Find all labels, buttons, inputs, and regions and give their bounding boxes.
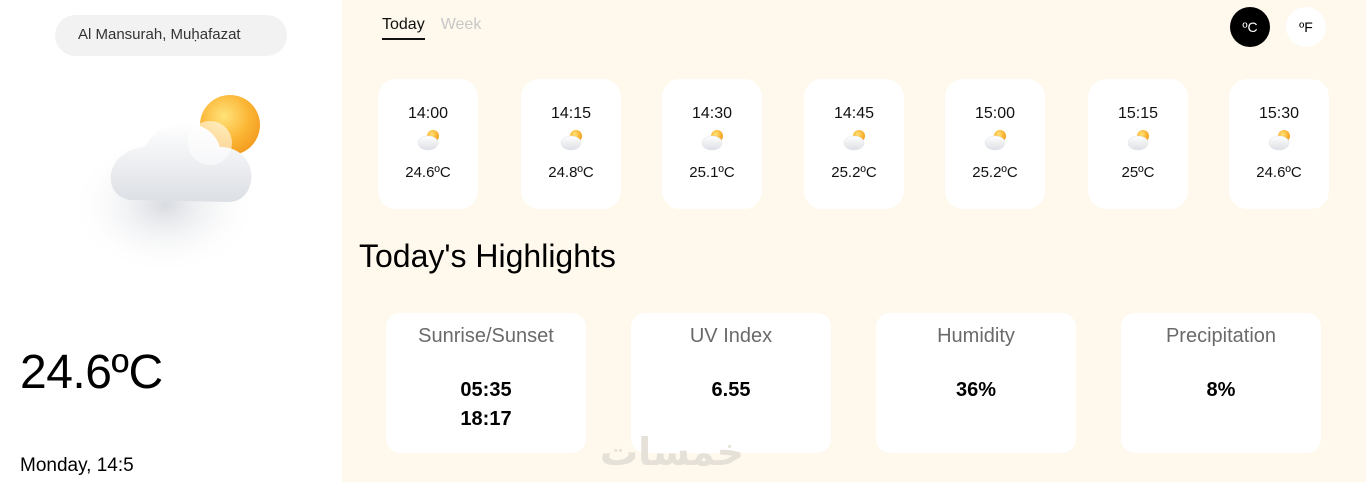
uv-index-value: 6.55 <box>711 379 751 401</box>
hour-temp: 24.8ºC <box>548 164 594 181</box>
partly-cloudy-day-icon <box>1127 129 1150 151</box>
hourly-card: 14:30 25.1ºC <box>662 79 762 209</box>
partly-cloudy-day-icon <box>60 85 280 285</box>
card-title: Precipitation <box>1165 325 1277 347</box>
precipitation-card: Precipitation 8% <box>1121 313 1321 453</box>
hour-temp: 24.6ºC <box>1256 164 1302 181</box>
main-panel: Today Week ºC ºF 14:00 24.6ºC 14:15 24.8… <box>342 0 1366 482</box>
partly-cloudy-day-icon <box>843 129 866 151</box>
card-title: UV Index <box>689 325 773 347</box>
sunrise-value: 05:35 <box>460 379 512 401</box>
watermark-logo: خمسات <box>600 430 744 474</box>
partly-cloudy-day-icon <box>1268 129 1291 151</box>
highlights-title: Today's Highlights <box>359 238 616 274</box>
hourly-forecast: 14:00 24.6ºC 14:15 24.8ºC 14:30 25.1ºC 1… <box>378 79 1330 209</box>
hour-time: 14:30 <box>691 105 733 122</box>
tab-today[interactable]: Today <box>382 16 425 40</box>
hourly-card: 14:15 24.8ºC <box>521 79 621 209</box>
tab-week[interactable]: Week <box>441 16 482 40</box>
hourly-card: 15:15 25ºC <box>1088 79 1188 209</box>
humidity-value: 36% <box>955 379 997 401</box>
card-title: Humidity <box>937 325 1015 347</box>
view-tabs: Today Week <box>382 16 481 40</box>
partly-cloudy-day-icon <box>417 129 440 151</box>
partly-cloudy-day-icon <box>560 129 583 151</box>
precipitation-value: 8% <box>1206 379 1236 401</box>
hour-temp: 25.1ºC <box>689 164 735 181</box>
hour-time: 14:45 <box>833 105 875 122</box>
hourly-card: 14:45 25.2ºC <box>804 79 904 209</box>
hour-temp: 24.6ºC <box>405 164 451 181</box>
current-temperature: 24.6ºC <box>20 346 163 399</box>
hour-temp: 25ºC <box>1121 164 1155 181</box>
hourly-card: 14:00 24.6ºC <box>378 79 478 209</box>
sunset-value: 18:17 <box>460 408 512 430</box>
hour-time: 14:00 <box>407 105 449 122</box>
card-title: Sunrise/Sunset <box>418 325 554 347</box>
fahrenheit-toggle-button[interactable]: ºF <box>1286 7 1326 47</box>
hour-temp: 25.2ºC <box>831 164 877 181</box>
hour-temp: 25.2ºC <box>972 164 1018 181</box>
sunrise-sunset-card: Sunrise/Sunset 05:35 18:17 <box>386 313 586 453</box>
sidebar: Al Mansurah, Muḥafazat 24.6ºC Monday, 14… <box>0 0 342 482</box>
humidity-card: Humidity 36% <box>876 313 1076 453</box>
hour-time: 14:15 <box>550 105 592 122</box>
hour-time: 15:00 <box>974 105 1016 122</box>
hourly-card: 15:00 25.2ºC <box>945 79 1045 209</box>
partly-cloudy-day-icon <box>984 129 1007 151</box>
partly-cloudy-day-icon <box>701 129 724 151</box>
hour-time: 15:30 <box>1258 105 1300 122</box>
celsius-toggle-button[interactable]: ºC <box>1230 7 1270 47</box>
hourly-card: 15:30 24.6ºC <box>1229 79 1329 209</box>
current-datetime: Monday, 14:5 <box>20 455 134 476</box>
location-search-input[interactable]: Al Mansurah, Muḥafazat <box>55 15 287 56</box>
hour-time: 15:15 <box>1117 105 1159 122</box>
